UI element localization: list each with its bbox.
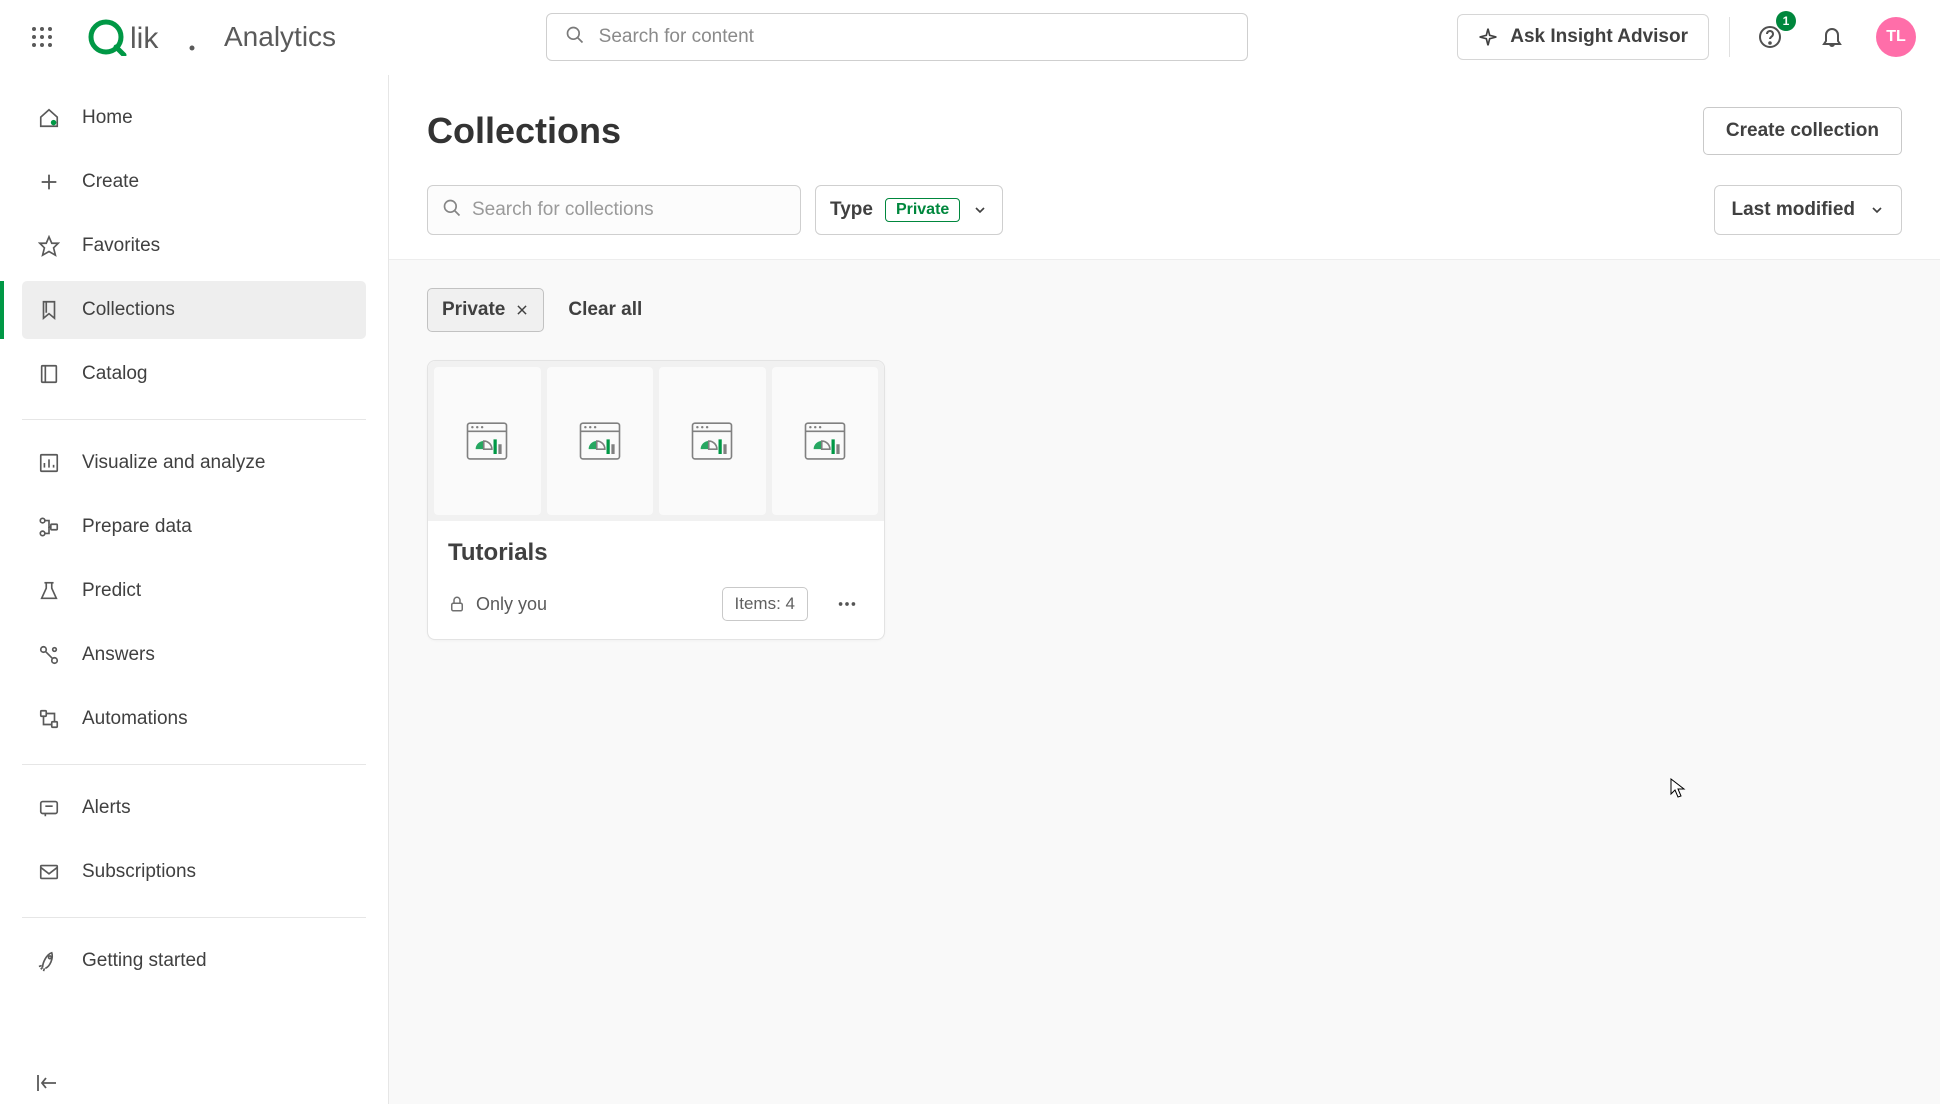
clear-all-button[interactable]: Clear all — [568, 299, 642, 321]
user-avatar[interactable]: TL — [1876, 17, 1916, 57]
chart-icon — [36, 452, 62, 474]
flask-icon — [36, 580, 62, 602]
mail-icon — [36, 861, 62, 883]
sidebar-item-predict[interactable]: Predict — [22, 562, 366, 620]
plus-icon — [36, 171, 62, 193]
alert-icon — [36, 797, 62, 819]
chevron-down-icon — [1869, 202, 1885, 218]
sidebar-item-label: Home — [82, 107, 133, 129]
type-filter-dropdown[interactable]: Type Private — [815, 185, 1003, 235]
home-icon — [36, 107, 62, 129]
global-search[interactable] — [546, 13, 1248, 61]
notifications-button[interactable] — [1810, 15, 1854, 59]
app-icon — [686, 415, 738, 467]
sort-label: Last modified — [1731, 199, 1855, 221]
sidebar-item-label: Catalog — [82, 363, 148, 385]
card-title: Tutorials — [448, 539, 864, 567]
divider — [22, 917, 366, 918]
sidebar-item-label: Answers — [82, 644, 155, 666]
global-search-input[interactable] — [599, 26, 1229, 48]
sidebar-item-collections[interactable]: Collections — [22, 281, 366, 339]
app-name-label: Analytics — [224, 21, 336, 53]
help-button[interactable]: 1 — [1748, 15, 1792, 59]
search-icon — [442, 198, 462, 223]
collection-card[interactable]: Tutorials Only you Items: 4 — [427, 360, 885, 640]
collection-search[interactable] — [427, 185, 801, 235]
thumbnail — [434, 367, 541, 515]
qlik-logo[interactable]: lik — [88, 18, 198, 56]
collection-search-input[interactable] — [472, 199, 786, 221]
search-icon — [565, 25, 585, 50]
thumbnail — [547, 367, 654, 515]
sidebar-item-visualize[interactable]: Visualize and analyze — [22, 434, 366, 492]
divider — [1729, 17, 1730, 57]
sidebar-item-label: Create — [82, 171, 139, 193]
rocket-icon — [36, 950, 62, 972]
help-icon — [1758, 25, 1782, 49]
star-icon — [36, 235, 62, 257]
lock-icon — [448, 595, 466, 613]
type-filter-label: Type — [830, 199, 873, 221]
sidebar-item-label: Prepare data — [82, 516, 192, 538]
thumbnail — [772, 367, 879, 515]
active-filter-chip[interactable]: Private — [427, 288, 544, 332]
sidebar-item-answers[interactable]: Answers — [22, 626, 366, 684]
sidebar-item-create[interactable]: Create — [22, 153, 366, 211]
answers-icon — [36, 644, 62, 666]
ask-insight-advisor-button[interactable]: Ask Insight Advisor — [1457, 14, 1709, 60]
sidebar: Home Create Favorites Collections Catalo… — [0, 75, 389, 1104]
bookmark-icon — [36, 299, 62, 321]
visibility-label: Only you — [448, 594, 547, 615]
sidebar-item-catalog[interactable]: Catalog — [22, 345, 366, 403]
automation-icon — [36, 708, 62, 730]
sidebar-item-label: Favorites — [82, 235, 160, 257]
bell-icon — [1820, 25, 1844, 49]
sidebar-item-label: Visualize and analyze — [82, 452, 265, 474]
flow-icon — [36, 516, 62, 538]
catalog-icon — [36, 363, 62, 385]
sidebar-item-subscriptions[interactable]: Subscriptions — [22, 843, 366, 901]
collapse-sidebar-button[interactable] — [36, 1073, 60, 1098]
sort-dropdown[interactable]: Last modified — [1714, 185, 1902, 235]
sidebar-item-label: Collections — [82, 299, 175, 321]
sidebar-item-label: Alerts — [82, 797, 131, 819]
create-collection-button[interactable]: Create collection — [1703, 107, 1902, 155]
app-icon — [574, 415, 626, 467]
sidebar-item-label: Subscriptions — [82, 861, 196, 883]
sidebar-item-prepare-data[interactable]: Prepare data — [22, 498, 366, 556]
help-badge: 1 — [1776, 11, 1796, 31]
collapse-icon — [36, 1073, 60, 1093]
app-icon — [461, 415, 513, 467]
chevron-down-icon — [972, 202, 988, 218]
page-title: Collections — [427, 110, 621, 152]
app-icon — [799, 415, 851, 467]
filter-chip-label: Private — [442, 299, 505, 321]
visibility-text: Only you — [476, 594, 547, 615]
divider — [22, 419, 366, 420]
items-count-badge: Items: 4 — [722, 587, 808, 621]
sidebar-item-label: Automations — [82, 708, 188, 730]
sidebar-item-favorites[interactable]: Favorites — [22, 217, 366, 275]
results-area: Private Clear all — [389, 259, 1940, 1104]
avatar-initials: TL — [1886, 28, 1906, 46]
app-launcher-button[interactable] — [24, 19, 60, 55]
card-more-button[interactable] — [830, 587, 864, 621]
close-icon — [515, 303, 529, 317]
svg-text:lik: lik — [130, 22, 159, 55]
sidebar-item-automations[interactable]: Automations — [22, 690, 366, 748]
more-icon — [836, 593, 858, 615]
thumbnail — [659, 367, 766, 515]
sidebar-item-label: Predict — [82, 580, 141, 602]
sidebar-item-home[interactable]: Home — [22, 89, 366, 147]
sidebar-item-getting-started[interactable]: Getting started — [22, 932, 366, 990]
card-thumbnails — [428, 361, 884, 521]
grid-icon — [30, 25, 54, 49]
sparkle-icon — [1478, 27, 1498, 47]
type-filter-value: Private — [885, 198, 960, 222]
insight-label: Ask Insight Advisor — [1510, 26, 1688, 48]
sidebar-item-alerts[interactable]: Alerts — [22, 779, 366, 837]
sidebar-item-label: Getting started — [82, 950, 207, 972]
divider — [22, 764, 366, 765]
